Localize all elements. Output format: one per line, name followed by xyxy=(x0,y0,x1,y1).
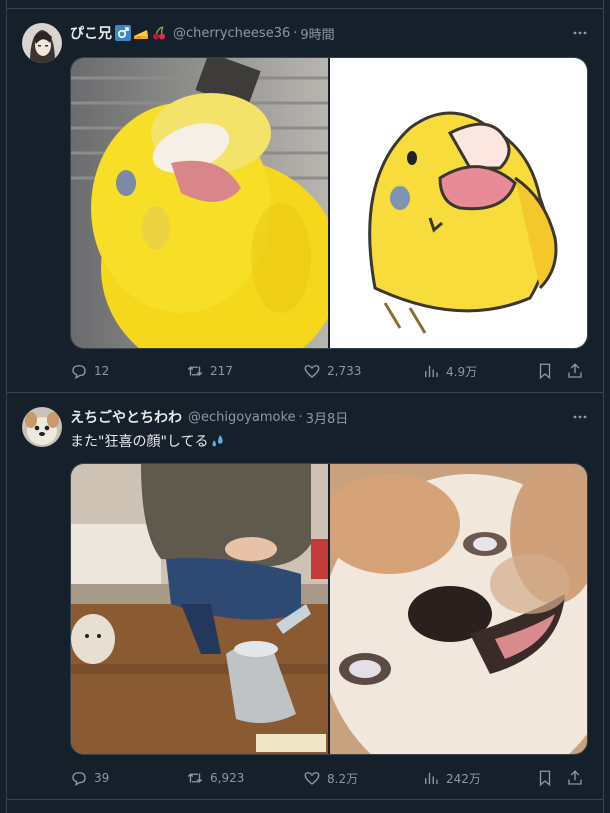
reply-icon xyxy=(72,772,86,787)
retweet-button[interactable]: 217 xyxy=(186,362,233,380)
bookmark-button[interactable] xyxy=(536,362,554,380)
display-name[interactable]: えちごやとちわわ xyxy=(70,407,182,427)
more-icon[interactable] xyxy=(570,23,590,43)
like-button[interactable]: 2,733 xyxy=(303,362,361,380)
tweet-card[interactable]: ぴこ兄 @cherrycheese36 · 9時間 12 217 2,733 4… xyxy=(6,8,604,392)
like-icon xyxy=(304,365,320,378)
timestamp[interactable]: 9時間 xyxy=(300,24,334,43)
cheese-icon xyxy=(134,30,148,39)
avatar[interactable] xyxy=(22,23,62,63)
tweet-header: ぴこ兄 @cherrycheese36 · 9時間 xyxy=(70,23,588,43)
reply-button[interactable]: 39 xyxy=(70,769,109,787)
views-button[interactable]: 242万 xyxy=(422,769,481,787)
tweet-card[interactable]: えちごやとちわわ @echigoyamoke · 3月8日 また"狂喜の顔"して… xyxy=(6,392,604,800)
like-count: 8.2万 xyxy=(327,771,359,786)
view-count: 242万 xyxy=(446,771,481,786)
reply-icon xyxy=(72,365,86,380)
share-button[interactable] xyxy=(566,769,584,787)
male-sign-icon xyxy=(115,25,131,41)
retweet-count: 217 xyxy=(210,364,233,378)
like-count: 2,733 xyxy=(327,364,362,378)
share-icon xyxy=(568,363,582,378)
person-pouring-photo[interactable] xyxy=(71,464,328,754)
views-icon xyxy=(425,365,438,377)
share-button[interactable] xyxy=(566,362,584,380)
like-button[interactable]: 8.2万 xyxy=(303,769,358,787)
retweet-count: 6,923 xyxy=(210,771,245,785)
retweet-icon xyxy=(187,773,203,783)
chihuahua-photo[interactable] xyxy=(330,464,587,754)
timestamp[interactable]: 3月8日 xyxy=(306,408,349,427)
like-icon xyxy=(304,772,320,785)
tweet-text: また"狂喜の顔"してる xyxy=(70,431,226,451)
separator: · xyxy=(298,409,303,425)
media-grid[interactable] xyxy=(70,57,588,349)
tweet-actions: 39 6,923 8.2万 242万 xyxy=(70,768,588,788)
tweet-header: えちごやとちわわ @echigoyamoke · 3月8日 xyxy=(70,407,588,427)
avatar[interactable] xyxy=(22,407,62,447)
budgie-illustration[interactable] xyxy=(330,58,587,348)
budgie-photo[interactable] xyxy=(71,58,328,348)
sweat-droplets-icon xyxy=(212,435,224,447)
bookmark-icon xyxy=(539,770,551,787)
media-grid[interactable] xyxy=(70,463,588,755)
view-count: 4.9万 xyxy=(446,364,478,379)
display-name[interactable]: ぴこ兄 xyxy=(70,23,112,43)
user-handle[interactable]: @echigoyamoke xyxy=(188,410,296,425)
views-button[interactable]: 4.9万 xyxy=(422,362,477,380)
tweet-body: また"狂喜の顔"してる xyxy=(70,434,209,450)
cherries-icon xyxy=(153,26,165,40)
views-icon xyxy=(425,772,438,784)
retweet-button[interactable]: 6,923 xyxy=(186,769,244,787)
reply-button[interactable]: 12 xyxy=(70,362,109,380)
separator: · xyxy=(293,25,298,41)
tweet-actions: 12 217 2,733 4.9万 xyxy=(70,361,588,381)
bookmark-icon xyxy=(539,363,551,380)
reply-count: 39 xyxy=(94,771,110,785)
name-emojis xyxy=(115,25,167,41)
reply-count: 12 xyxy=(94,364,110,378)
more-icon[interactable] xyxy=(570,407,590,427)
bookmark-button[interactable] xyxy=(536,769,554,787)
user-handle[interactable]: @cherrycheese36 xyxy=(173,26,290,41)
retweet-icon xyxy=(187,366,203,376)
share-icon xyxy=(568,770,582,785)
